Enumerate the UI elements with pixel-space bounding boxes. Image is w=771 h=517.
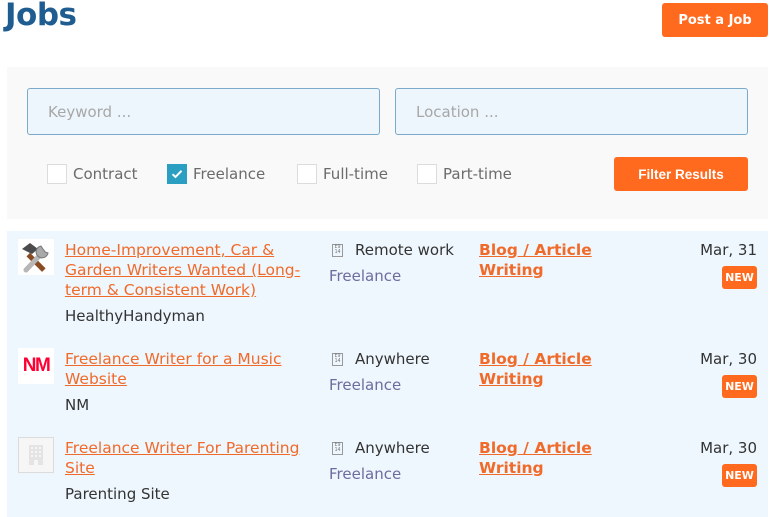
checkbox-box[interactable]	[297, 164, 317, 184]
checkbox-label: Full-time	[323, 165, 388, 183]
job-location: E9 14 Anywhere	[329, 350, 430, 368]
company-name: NM	[65, 396, 90, 414]
job-type: Freelance	[329, 465, 402, 483]
checkbox-box[interactable]	[417, 164, 437, 184]
post-a-job-button[interactable]: Post a Job	[662, 3, 768, 37]
job-filter-panel: Contract Freelance Full-time Part-time F…	[7, 67, 768, 219]
checkmark-icon	[171, 170, 183, 179]
checkbox-label: Freelance	[193, 165, 266, 183]
checkbox-freelance[interactable]: Freelance	[167, 163, 265, 185]
new-badge: NEW	[722, 464, 757, 487]
nm-logo-text: NM	[22, 355, 51, 376]
checkbox-label: Contract	[73, 165, 138, 183]
job-category-link[interactable]: Blog / Article Writing	[479, 240, 609, 280]
job-listing-row[interactable]: Home-Improvement, Car & Garden Writers W…	[7, 231, 768, 340]
job-location: E9 14 Remote work	[329, 241, 454, 259]
keyword-input[interactable]	[27, 88, 380, 135]
job-listing-row[interactable]: Freelance Writer For Parenting Site Pare…	[7, 429, 768, 517]
location-text: Remote work	[355, 241, 454, 259]
job-title-link[interactable]: Freelance Writer for a Music Website	[65, 349, 315, 389]
job-title-link[interactable]: Freelance Writer For Parenting Site	[65, 438, 315, 478]
location-text: Anywhere	[355, 439, 430, 457]
job-listing-row[interactable]: NM Freelance Writer for a Music Website …	[7, 340, 768, 429]
location-text: Anywhere	[355, 350, 430, 368]
checkbox-box[interactable]	[47, 164, 67, 184]
job-type: Freelance	[329, 376, 402, 394]
new-badge: NEW	[722, 266, 757, 289]
company-name: HealthyHandyman	[65, 307, 205, 325]
job-category-link[interactable]: Blog / Article Writing	[479, 438, 609, 478]
job-type: Freelance	[329, 267, 402, 285]
checkbox-full-time[interactable]: Full-time	[297, 163, 388, 185]
page-title: Jobs	[5, 0, 77, 33]
job-location: E9 14 Anywhere	[329, 439, 430, 457]
building-placeholder-icon	[29, 445, 43, 465]
tools-icon	[22, 243, 49, 273]
location-input[interactable]	[395, 88, 748, 135]
job-date: Mar, 30	[700, 439, 757, 457]
location-icon: E9 14	[332, 441, 343, 455]
company-name: Parenting Site	[65, 485, 170, 503]
job-title-link[interactable]: Home-Improvement, Car & Garden Writers W…	[65, 240, 315, 300]
new-badge: NEW	[722, 375, 757, 398]
location-icon: E9 14	[332, 243, 343, 257]
job-date: Mar, 31	[700, 241, 757, 259]
company-logo[interactable]: NM	[18, 348, 54, 384]
filter-results-button[interactable]: Filter Results	[614, 157, 748, 191]
checkbox-box[interactable]	[167, 164, 187, 184]
company-logo[interactable]	[18, 437, 54, 473]
checkbox-label: Part-time	[443, 165, 512, 183]
job-category-link[interactable]: Blog / Article Writing	[479, 349, 609, 389]
location-icon: E9 14	[332, 352, 343, 366]
job-listings: Home-Improvement, Car & Garden Writers W…	[7, 231, 768, 517]
job-date: Mar, 30	[700, 350, 757, 368]
checkbox-contract[interactable]: Contract	[47, 163, 138, 185]
company-logo[interactable]	[18, 239, 54, 275]
checkbox-part-time[interactable]: Part-time	[417, 163, 512, 185]
